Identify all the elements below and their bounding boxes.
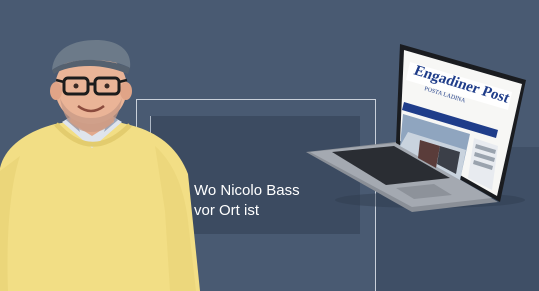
tagline: Wo Nicolo Bass vor Ort ist	[194, 181, 364, 221]
person-photo	[0, 40, 200, 291]
tagline-line-2: vor Ort ist	[194, 202, 260, 219]
tagline-line-1: Wo Nicolo Bass	[194, 182, 300, 199]
promo-banner[interactable]: Engadiner Post POSTA LADINA Wo Nicolo Ba…	[0, 0, 539, 291]
